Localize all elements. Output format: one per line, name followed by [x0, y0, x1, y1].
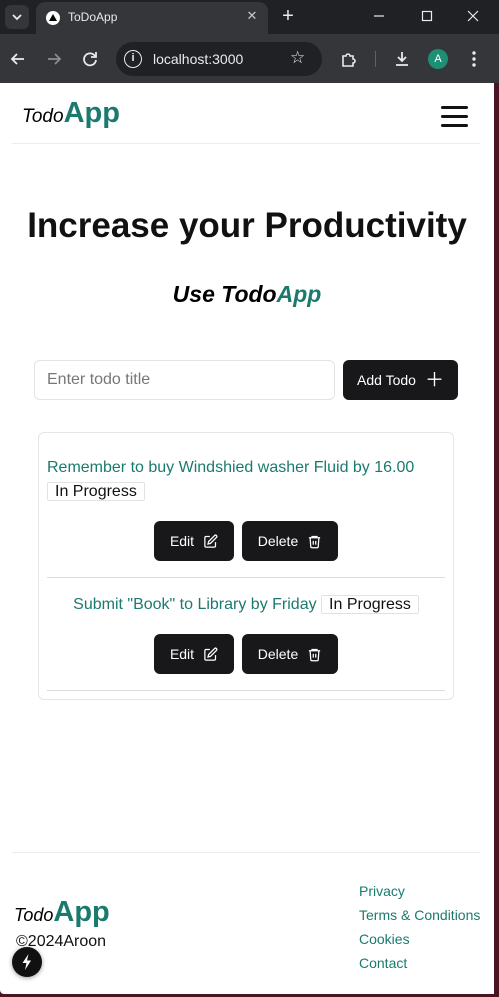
download-icon[interactable] — [390, 47, 414, 71]
status-badge: In Progress — [47, 482, 145, 501]
footer-logo[interactable]: TodoApp — [14, 896, 110, 929]
bookmark-star-icon[interactable]: ☆ — [290, 48, 305, 68]
close-window-icon[interactable] — [460, 3, 486, 29]
back-arrow-icon[interactable] — [6, 47, 30, 71]
close-tab-icon[interactable]: ✕ — [244, 8, 260, 24]
trash-icon — [309, 535, 321, 548]
delete-label: Delete — [257, 533, 299, 549]
footer-links: Privacy Terms & Conditions Cookies Conta… — [359, 879, 480, 975]
chevron-down-icon — [12, 14, 22, 21]
edit-button[interactable]: Edit — [154, 521, 234, 561]
delete-button[interactable]: Delete — [242, 634, 338, 674]
footer-link-contact[interactable]: Contact — [359, 951, 480, 975]
edit-button[interactable]: Edit — [154, 634, 234, 674]
reload-icon[interactable] — [78, 47, 102, 71]
browser-toolbar: i localhost:3000 ☆ A — [0, 34, 499, 83]
hero-subtitle: Use TodoApp — [0, 281, 494, 308]
todo-divider — [47, 690, 445, 691]
maximize-icon[interactable] — [414, 3, 440, 29]
browser-tab-strip: ToDoApp ✕ + — [0, 0, 499, 34]
add-todo-label: Add Todo — [357, 372, 416, 388]
tab-search-button[interactable] — [5, 5, 29, 29]
site-info-icon[interactable]: i — [124, 50, 142, 68]
todo-item-title: Submit "Book" to Library by Friday In Pr… — [39, 593, 453, 617]
trash-icon — [309, 648, 321, 661]
todo-item-title: Remember to buy Windshied washer Fluid b… — [47, 459, 415, 501]
extensions-puzzle-icon[interactable] — [337, 47, 361, 71]
browser-tab[interactable]: ToDoApp ✕ — [36, 2, 268, 34]
footer-divider — [12, 852, 480, 853]
hamburger-menu-icon[interactable] — [441, 106, 468, 128]
logo-todo-text: Todo — [14, 905, 54, 925]
pencil-square-icon — [204, 647, 218, 661]
todo-list: Remember to buy Windshied washer Fluid b… — [38, 432, 454, 700]
header-logo[interactable]: TodoApp — [22, 97, 120, 130]
todo-divider — [47, 577, 445, 578]
toolbar-divider — [375, 51, 376, 67]
delete-button[interactable]: Delete — [242, 521, 338, 561]
minimize-icon[interactable] — [366, 3, 392, 29]
subtitle-app-text: App — [276, 281, 322, 307]
footer-link-terms[interactable]: Terms & Conditions — [359, 903, 480, 927]
nextjs-favicon-icon — [46, 11, 60, 25]
subtitle-use-text: Use — [172, 281, 222, 307]
new-tab-plus-icon[interactable]: + — [278, 5, 298, 27]
pencil-square-icon — [204, 534, 218, 548]
status-badge: In Progress — [321, 595, 419, 614]
footer-link-cookies[interactable]: Cookies — [359, 927, 480, 951]
edit-label: Edit — [169, 646, 195, 662]
plus-icon: ＋ — [424, 369, 444, 391]
hero-title: Increase your Productivity — [27, 206, 467, 245]
more-menu-icon[interactable] — [462, 47, 486, 71]
nextjs-devtools-bolt-icon[interactable] — [12, 947, 42, 977]
delete-label: Delete — [257, 646, 299, 662]
footer-link-privacy[interactable]: Privacy — [359, 879, 480, 903]
logo-app-text: App — [53, 896, 110, 928]
profile-avatar[interactable]: A — [428, 49, 448, 69]
site-header: TodoApp — [12, 83, 480, 144]
address-bar[interactable]: i localhost:3000 ☆ — [116, 42, 322, 76]
address-url: localhost:3000 — [153, 51, 244, 67]
logo-app-text: App — [63, 97, 120, 129]
forward-arrow-icon[interactable] — [42, 47, 66, 71]
edit-label: Edit — [169, 533, 195, 549]
logo-todo-text: Todo — [22, 106, 64, 127]
subtitle-todo-text: Todo — [221, 281, 277, 307]
add-todo-button[interactable]: Add Todo ＋ — [343, 360, 458, 400]
todo-title-input[interactable] — [34, 360, 335, 400]
page-viewport: TodoApp Increase your Productivity Use T… — [0, 83, 494, 994]
tab-title: ToDoApp — [68, 10, 118, 24]
